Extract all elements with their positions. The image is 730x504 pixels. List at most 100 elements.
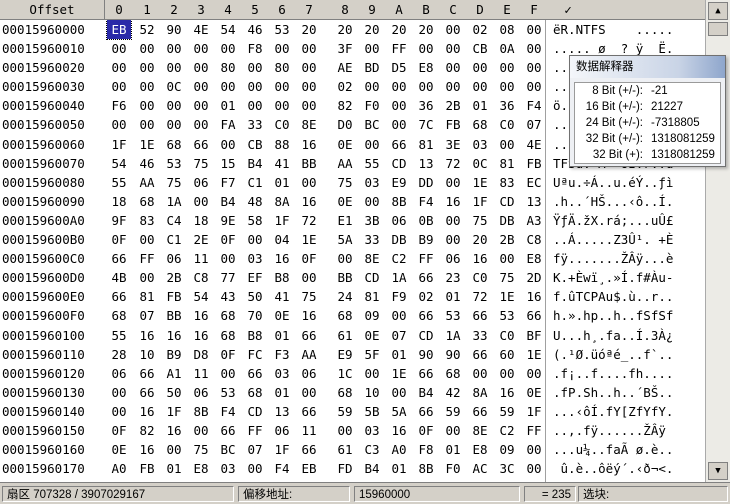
hex-byte[interactable]: 00: [495, 77, 519, 96]
hex-byte[interactable]: 66: [414, 402, 438, 421]
hex-byte[interactable]: FA: [216, 115, 240, 134]
hex-byte[interactable]: 8B: [189, 402, 213, 421]
hex-byte[interactable]: 16: [297, 192, 321, 211]
hex-byte[interactable]: 16: [297, 306, 321, 325]
hex-byte[interactable]: 00: [522, 459, 546, 478]
hex-byte[interactable]: F4: [216, 402, 240, 421]
hex-byte[interactable]: 8E: [360, 249, 384, 268]
hex-byte[interactable]: 00: [495, 58, 519, 77]
hex-byte[interactable]: 55: [107, 173, 131, 192]
hex-byte[interactable]: 83: [135, 211, 159, 230]
hex-byte[interactable]: 00: [441, 211, 465, 230]
hex-byte[interactable]: D0: [333, 115, 357, 134]
hex-byte[interactable]: 1F: [270, 211, 294, 230]
hex-byte[interactable]: 16: [135, 326, 159, 345]
hex-byte[interactable]: 16: [189, 326, 213, 345]
hex-byte[interactable]: 1F: [468, 192, 492, 211]
ascii-text[interactable]: K.+Èwï¸.»Í.f#Àu-: [553, 268, 673, 287]
hex-byte[interactable]: 4B: [107, 268, 131, 287]
hex-byte[interactable]: 68: [243, 383, 267, 402]
hex-byte[interactable]: 00: [270, 96, 294, 115]
hex-byte[interactable]: 00: [216, 135, 240, 154]
hex-byte[interactable]: 8E: [468, 421, 492, 440]
hex-byte[interactable]: 20: [468, 230, 492, 249]
hex-byte[interactable]: 82: [333, 96, 357, 115]
hex-byte[interactable]: 03: [360, 173, 384, 192]
hex-byte[interactable]: 06: [297, 364, 321, 383]
hex-byte[interactable]: AA: [135, 173, 159, 192]
hex-row[interactable]: 00015960170 A0 FB 01 E8 03 00 F4 EB FD B4 01 8B F0 AC 3…: [0, 459, 705, 478]
hex-byte[interactable]: 04: [270, 230, 294, 249]
hex-byte[interactable]: 07: [135, 306, 159, 325]
hex-byte[interactable]: 90: [162, 20, 186, 39]
ascii-text[interactable]: .fP.Sh..h..´BŠ..: [553, 383, 673, 402]
hex-byte[interactable]: 68: [216, 326, 240, 345]
ascii-text[interactable]: ...‹ôÍ.fY[ZfYfY.: [553, 402, 673, 421]
hex-byte[interactable]: 81: [360, 287, 384, 306]
hex-byte[interactable]: F0: [441, 459, 465, 478]
hex-byte[interactable]: D8: [189, 345, 213, 364]
hex-byte[interactable]: 00: [387, 96, 411, 115]
hex-byte[interactable]: 66: [107, 287, 131, 306]
hex-byte[interactable]: 5A: [333, 230, 357, 249]
hex-byte[interactable]: 00: [270, 77, 294, 96]
hex-byte[interactable]: 1E: [297, 230, 321, 249]
hex-byte[interactable]: 81: [495, 154, 519, 173]
hex-byte[interactable]: 24: [333, 287, 357, 306]
hex-byte[interactable]: 00: [189, 96, 213, 115]
hex-byte[interactable]: 00: [216, 39, 240, 58]
hex-byte[interactable]: 07: [387, 326, 411, 345]
hex-byte[interactable]: 3B: [360, 211, 384, 230]
hex-byte[interactable]: 00: [216, 249, 240, 268]
hex-byte[interactable]: 00: [243, 459, 267, 478]
hex-byte[interactable]: 00: [522, 364, 546, 383]
hex-byte[interactable]: 0F: [297, 249, 321, 268]
hex-byte[interactable]: F7: [216, 173, 240, 192]
hex-byte[interactable]: 53: [270, 20, 294, 39]
hex-byte[interactable]: 00: [297, 58, 321, 77]
hex-byte[interactable]: 09: [360, 306, 384, 325]
hex-byte[interactable]: 16: [270, 249, 294, 268]
hex-byte[interactable]: 00: [297, 383, 321, 402]
hex-byte[interactable]: 01: [387, 459, 411, 478]
hex-byte[interactable]: 4E: [522, 135, 546, 154]
hex-byte[interactable]: C4: [162, 211, 186, 230]
hex-byte[interactable]: 00: [297, 173, 321, 192]
hex-byte[interactable]: 00: [522, 39, 546, 58]
hex-byte[interactable]: FF: [522, 421, 546, 440]
hex-byte[interactable]: 11: [297, 421, 321, 440]
hex-byte[interactable]: 00: [135, 77, 159, 96]
hex-byte[interactable]: 16: [189, 306, 213, 325]
hex-byte[interactable]: A0: [387, 440, 411, 459]
hex-byte[interactable]: FB: [441, 115, 465, 134]
scroll-down-icon[interactable]: ▼: [708, 462, 728, 480]
hex-byte[interactable]: 0E: [333, 192, 357, 211]
hex-byte[interactable]: 16: [135, 402, 159, 421]
hex-byte[interactable]: 75: [495, 268, 519, 287]
hex-byte[interactable]: 1F: [162, 402, 186, 421]
hex-byte[interactable]: 20: [414, 20, 438, 39]
hex-byte[interactable]: 00: [162, 39, 186, 58]
hex-byte[interactable]: 81: [135, 287, 159, 306]
hex-byte[interactable]: 0A: [495, 39, 519, 58]
hex-byte[interactable]: 0E: [360, 326, 384, 345]
hex-byte[interactable]: 00: [189, 39, 213, 58]
hex-byte[interactable]: 0F: [216, 230, 240, 249]
hex-row[interactable]: 00015960150 0F 82 16 00 66 FF 06 11 00 03 16 0F 00 8E C…: [0, 421, 705, 440]
hex-byte[interactable]: 1E: [135, 135, 159, 154]
hex-byte[interactable]: 00: [135, 268, 159, 287]
hex-byte[interactable]: 50: [162, 383, 186, 402]
ascii-text[interactable]: û.è..ôëý´.‹ð¬<.: [553, 459, 674, 478]
hex-byte[interactable]: 00: [495, 135, 519, 154]
hex-byte[interactable]: 00: [495, 364, 519, 383]
hex-byte[interactable]: 58: [243, 211, 267, 230]
hex-byte[interactable]: EC: [522, 173, 546, 192]
hex-byte[interactable]: CD: [243, 402, 267, 421]
hex-byte[interactable]: 54: [107, 154, 131, 173]
hex-byte[interactable]: 66: [414, 268, 438, 287]
hex-byte[interactable]: 53: [162, 154, 186, 173]
hex-byte[interactable]: 16: [441, 192, 465, 211]
hex-byte[interactable]: 00: [135, 58, 159, 77]
hex-byte[interactable]: A1: [162, 364, 186, 383]
hex-byte[interactable]: 00: [107, 58, 131, 77]
